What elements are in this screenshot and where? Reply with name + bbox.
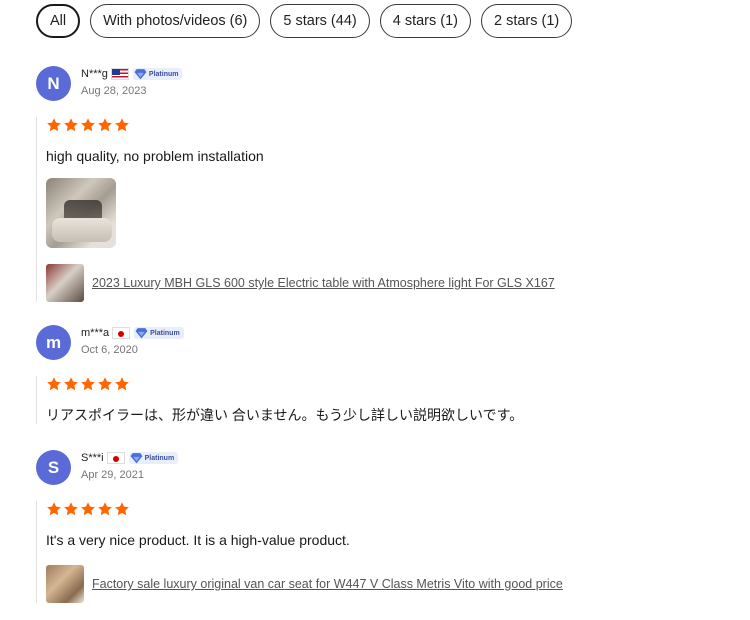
star-icon xyxy=(80,501,96,517)
filter-5-stars[interactable]: 5 stars (44) xyxy=(270,4,370,38)
diamond-icon xyxy=(135,327,148,339)
star-icon xyxy=(63,501,79,517)
review-text: high quality, no problem installation xyxy=(46,148,264,164)
star-icon xyxy=(63,117,79,133)
review-item: S S***i Platinum Apr 29, 2021 It's a ver… xyxy=(36,450,716,603)
star-icon xyxy=(63,376,79,392)
star-icon xyxy=(114,501,130,517)
badge-label: Platinum xyxy=(150,329,180,337)
platinum-badge: Platinum xyxy=(132,68,183,80)
review-header: N N***g Platinum Aug 28, 2023 xyxy=(36,66,716,101)
reviewer-name: N***g xyxy=(81,68,108,80)
platinum-badge: Platinum xyxy=(128,452,179,464)
review-header: S S***i Platinum Apr 29, 2021 xyxy=(36,450,716,485)
review-text: リアスポイラーは、形が違い 合いません。もう少し詳しい説明欲しいです。 xyxy=(46,407,524,423)
review-date: Oct 6, 2020 xyxy=(81,344,138,356)
filter-with-photos[interactable]: With photos/videos (6) xyxy=(90,4,261,38)
product-link-row[interactable]: Factory sale luxury original van car sea… xyxy=(46,565,716,603)
avatar: S xyxy=(36,450,71,485)
product-thumbnail[interactable] xyxy=(46,565,84,603)
review-text: It's a very nice product. It is a high-v… xyxy=(46,532,350,548)
star-icon xyxy=(46,376,62,392)
reviewer-name: m***a xyxy=(81,327,110,339)
filter-all[interactable]: All xyxy=(36,4,81,38)
star-icon xyxy=(80,117,96,133)
star-rating xyxy=(46,501,716,517)
product-thumbnail[interactable] xyxy=(46,264,84,302)
filter-4-stars[interactable]: 4 stars (1) xyxy=(379,4,471,38)
badge-label: Platinum xyxy=(144,454,175,462)
diamond-icon xyxy=(130,452,143,464)
jp-flag-icon xyxy=(106,452,125,464)
review-header: m m***a Platinum Oct 6, 2020 xyxy=(36,325,716,360)
star-icon xyxy=(114,117,130,133)
diamond-icon xyxy=(134,68,147,80)
review-body: It's a very nice product. It is a high-v… xyxy=(36,501,716,603)
us-flag-icon xyxy=(110,68,129,80)
star-icon xyxy=(97,376,113,392)
star-icon xyxy=(80,376,96,392)
review-body: high quality, no problem installation 20… xyxy=(36,117,716,302)
review-date: Aug 28, 2023 xyxy=(81,85,147,97)
jp-flag-icon xyxy=(112,327,131,339)
review-item: m m***a Platinum Oct 6, 2020 リアスポイラーは、形が… xyxy=(36,325,716,424)
product-link[interactable]: Factory sale luxury original van car sea… xyxy=(92,577,563,591)
filter-2-stars[interactable]: 2 stars (1) xyxy=(481,4,573,38)
star-icon xyxy=(97,501,113,517)
review-item: N N***g Platinum Aug 28, 2023 high quali… xyxy=(36,66,716,302)
badge-label: Platinum xyxy=(148,70,179,78)
star-icon xyxy=(114,376,130,392)
avatar: N xyxy=(36,66,71,101)
platinum-badge: Platinum xyxy=(134,327,184,339)
reviewer-meta: N***g Platinum Aug 28, 2023 xyxy=(81,66,183,97)
star-icon xyxy=(97,117,113,133)
reviewer-meta: S***i Platinum Apr 29, 2021 xyxy=(81,450,179,481)
review-body: リアスポイラーは、形が違い 合いません。もう少し詳しい説明欲しいです。 xyxy=(36,376,716,424)
star-rating xyxy=(46,376,716,392)
product-link[interactable]: 2023 Luxury MBH GLS 600 style Electric t… xyxy=(92,276,555,290)
star-icon xyxy=(46,117,62,133)
review-date: Apr 29, 2021 xyxy=(81,469,144,481)
product-link-row[interactable]: 2023 Luxury MBH GLS 600 style Electric t… xyxy=(46,264,716,302)
review-filter-bar: All With photos/videos (6) 5 stars (44) … xyxy=(36,4,573,38)
star-icon xyxy=(46,501,62,517)
reviewer-meta: m***a Platinum Oct 6, 2020 xyxy=(81,325,184,356)
reviewer-name: S***i xyxy=(81,452,104,464)
star-rating xyxy=(46,117,716,133)
avatar: m xyxy=(36,325,71,360)
review-photo[interactable] xyxy=(46,178,116,248)
